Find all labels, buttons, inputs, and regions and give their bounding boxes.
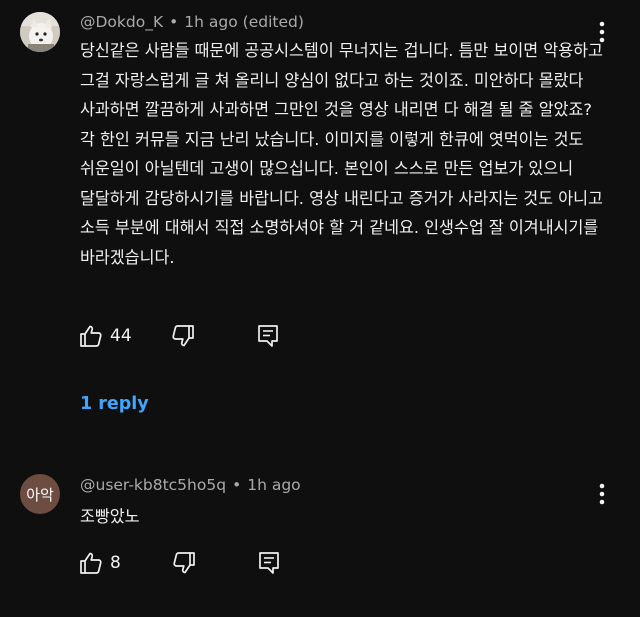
comment-actions: 44 bbox=[78, 322, 280, 350]
comment-icon bbox=[257, 325, 278, 347]
thumbs-up-icon bbox=[80, 552, 102, 574]
comment-thread-1: @Dokdo_K • 1h ago (edited) 당신같은 사람들 때문에 공공… bbox=[0, 0, 640, 430]
avatar-initials: 아악 bbox=[26, 485, 54, 504]
reply-button[interactable] bbox=[256, 323, 280, 349]
comment-meta: @Dokdo_K • 1h ago (edited) bbox=[80, 13, 304, 31]
comment-text: 조빵았노 bbox=[80, 507, 140, 526]
reply-button[interactable] bbox=[257, 550, 281, 576]
comment-text: 당신같은 사람들 때문에 공공시스템이 무너지는 겁니다. 틈만 보이면 악용하… bbox=[80, 41, 603, 267]
comment-icon bbox=[258, 552, 279, 574]
like-count: 44 bbox=[110, 326, 132, 346]
meta-separator: • bbox=[232, 476, 242, 494]
author-name[interactable]: @user-kb8tc5ho5q bbox=[80, 476, 226, 494]
author-avatar[interactable]: 아악 bbox=[20, 474, 60, 514]
dislike-button[interactable] bbox=[170, 323, 196, 349]
meta-separator: • bbox=[169, 13, 179, 31]
comment-meta: @user-kb8tc5ho5q • 1h ago bbox=[80, 476, 301, 494]
thumbs-down-icon bbox=[172, 325, 194, 347]
like-button[interactable]: 44 bbox=[78, 323, 132, 349]
comment-time[interactable]: 1h ago bbox=[247, 476, 300, 494]
view-replies-link[interactable]: 1 reply bbox=[80, 394, 149, 414]
thumbs-down-icon bbox=[173, 552, 195, 574]
author-name[interactable]: @Dokdo_K bbox=[80, 13, 163, 31]
author-avatar[interactable] bbox=[20, 12, 60, 52]
thumbs-up-icon bbox=[80, 325, 102, 347]
comment-time[interactable]: 1h ago (edited) bbox=[184, 13, 304, 31]
like-count: 8 bbox=[110, 553, 121, 573]
dog-photo-avatar-icon bbox=[20, 12, 60, 52]
comment-actions: 8 bbox=[78, 549, 281, 577]
dislike-button[interactable] bbox=[171, 550, 197, 576]
comment-thread-2: 아악 @user-kb8tc5ho5q • 1h ago 조빵았노 8 bbox=[0, 466, 640, 616]
like-button[interactable]: 8 bbox=[78, 550, 121, 576]
